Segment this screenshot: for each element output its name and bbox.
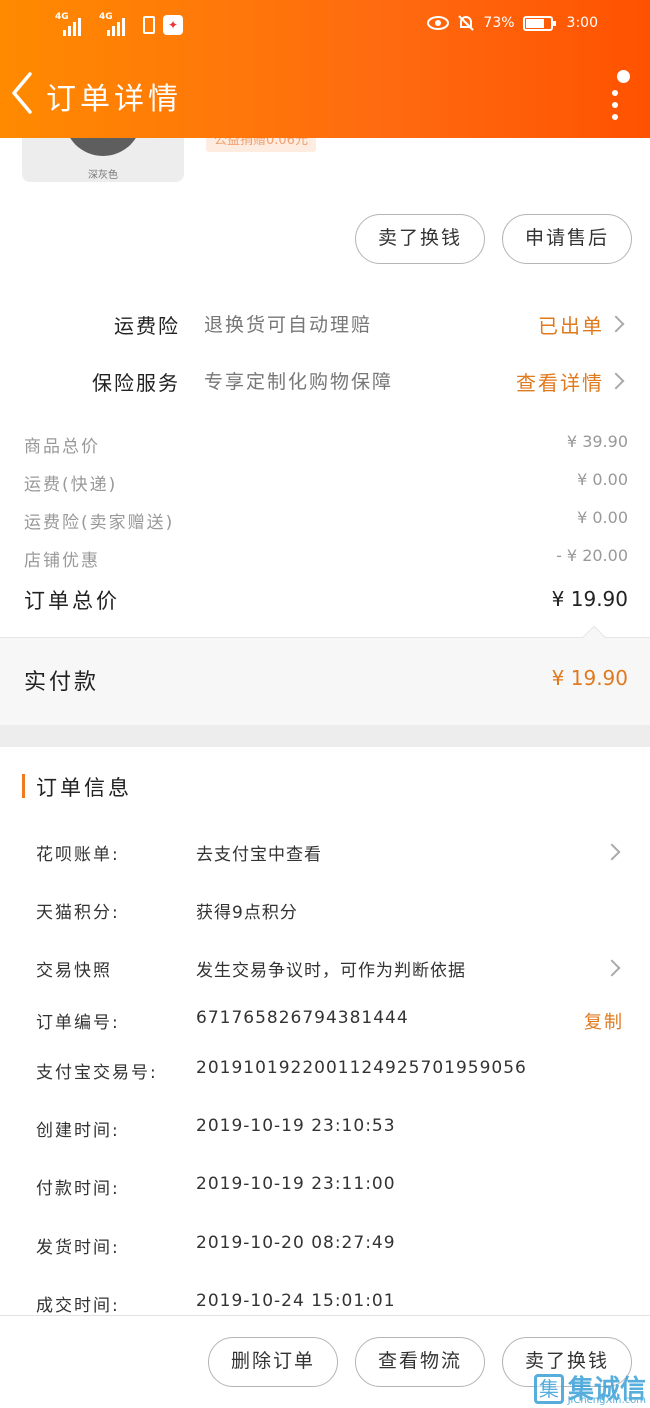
price-label: 商品总价 — [24, 437, 100, 457]
info-label: 天猫积分: — [36, 903, 120, 923]
site-watermark: 集 集诚信 JiChengXin.com — [533, 1374, 646, 1406]
order-number-row: 订单编号: 671765826794381444 复制 — [0, 1002, 650, 1042]
signal-icon: 4G — [99, 12, 125, 36]
info-value: 2019-10-19 23:10:53 — [196, 1116, 396, 1136]
info-label: 支付宝交易号: — [36, 1063, 158, 1083]
mute-bell-icon — [458, 15, 475, 31]
signal-type-label: 4G — [99, 12, 113, 22]
info-value: 2019-10-19 23:11:00 — [196, 1174, 396, 1194]
info-label: 付款时间: — [36, 1179, 120, 1199]
order-total-value: ¥ 19.90 — [551, 587, 628, 611]
more-menu-button[interactable] — [600, 70, 630, 126]
battery-icon — [522, 15, 556, 31]
info-value: 获得9点积分 — [196, 903, 298, 923]
more-dots-icon — [612, 90, 618, 96]
price-value: - ¥ 20.00 — [556, 546, 628, 565]
back-button[interactable] — [6, 68, 42, 118]
order-detail-page: 4G 4G ✦ 73% 3:00 订单详情 深灰色 公益捐赠0.06元 卖了换钱… — [0, 0, 650, 1408]
insurance-desc: 退换货可自动理赔 — [204, 314, 373, 336]
chevron-right-icon — [603, 843, 621, 861]
alipay-trade-number-row: 支付宝交易号: 2019101922001124925701959056 — [0, 1052, 650, 1092]
amount-paid-box: 实付款 ¥ 19.90 — [0, 625, 650, 725]
chevron-right-icon — [603, 959, 621, 977]
price-value: ¥ 0.00 — [577, 470, 628, 489]
info-label: 订单编号: — [36, 1013, 120, 1033]
apply-aftersale-button[interactable]: 申请售后 — [502, 214, 632, 264]
app-notification-icon: ✦ — [163, 15, 183, 35]
price-row-shipping-insurance: 运费险(卖家赠送) ¥ 0.00 — [0, 504, 650, 538]
signal-type-label: 4G — [55, 12, 69, 22]
info-label: 花呗账单: — [36, 845, 120, 865]
clock: 3:00 — [566, 15, 598, 31]
section-divider — [0, 725, 650, 747]
price-label: 运费(快递) — [24, 475, 118, 495]
view-logistics-button[interactable]: 查看物流 — [355, 1337, 485, 1387]
info-value: 2019101922001124925701959056 — [196, 1058, 527, 1078]
chevron-right-icon — [607, 372, 625, 390]
amount-paid-label: 实付款 — [24, 670, 100, 695]
notification-dot-icon — [617, 70, 630, 83]
insurance-row-shipping[interactable]: 运费险 退换货可自动理赔 已出单 — [0, 300, 650, 350]
info-label: 创建时间: — [36, 1121, 120, 1141]
watermark-site: JiChengXin.com — [567, 1395, 646, 1406]
order-total-label: 订单总价 — [24, 589, 120, 613]
info-value: 2019-10-20 08:27:49 — [196, 1233, 396, 1253]
navbar: 订单详情 — [0, 60, 650, 132]
status-right: 73% 3:00 — [427, 14, 598, 32]
info-value: 2019-10-24 15:01:01 — [196, 1291, 396, 1311]
status-bar: 4G 4G ✦ 73% 3:00 — [0, 0, 650, 52]
price-row-discount: 店铺优惠 - ¥ 20.00 — [0, 542, 650, 576]
amount-paid-value: ¥ 19.90 — [551, 666, 628, 690]
info-value: 发生交易争议时，可作为判断依据 — [196, 961, 466, 981]
signal-icon: 4G — [55, 12, 81, 36]
price-label: 店铺优惠 — [24, 551, 100, 571]
sim-icon — [143, 16, 155, 34]
chevron-right-icon — [607, 315, 625, 333]
insurance-desc: 专享定制化购物保障 — [204, 371, 394, 393]
insurance-label: 保险服务 — [92, 371, 180, 395]
price-row-goods: 商品总价 ¥ 39.90 — [0, 428, 650, 462]
delete-order-button[interactable]: 删除订单 — [208, 1337, 338, 1387]
huabei-bill-row[interactable]: 花呗账单: 去支付宝中查看 — [0, 834, 650, 874]
page-title: 订单详情 — [46, 82, 182, 117]
product-color-label: 深灰色 — [88, 170, 118, 181]
watermark-logo-icon: 集 — [533, 1374, 564, 1404]
info-value: 去支付宝中查看 — [196, 845, 322, 865]
shipped-time-row: 发货时间: 2019-10-20 08:27:49 — [0, 1227, 650, 1267]
battery-percent: 73% — [483, 15, 515, 31]
insurance-details-link: 查看详情 — [516, 371, 604, 395]
created-time-row: 创建时间: 2019-10-19 23:10:53 — [0, 1110, 650, 1150]
insurance-row-service[interactable]: 保险服务 专享定制化购物保障 查看详情 — [0, 357, 650, 407]
info-label: 交易快照 — [36, 961, 112, 981]
sell-for-cash-button[interactable]: 卖了换钱 — [355, 214, 485, 264]
trade-snapshot-row[interactable]: 交易快照 发生交易争议时，可作为判断依据 — [0, 950, 650, 990]
price-value: ¥ 39.90 — [566, 432, 628, 451]
order-number-value: 671765826794381444 — [196, 1008, 409, 1028]
status-left: 4G 4G ✦ — [55, 12, 183, 36]
price-label: 运费险(卖家赠送) — [24, 513, 175, 533]
tmall-points-row: 天猫积分: 获得9点积分 — [0, 892, 650, 932]
order-total-row: 订单总价 ¥ 19.90 — [0, 585, 650, 625]
paid-time-row: 付款时间: 2019-10-19 23:11:00 — [0, 1168, 650, 1208]
price-value: ¥ 0.00 — [577, 508, 628, 527]
info-label: 发货时间: — [36, 1238, 120, 1258]
copy-order-number-button[interactable]: 复制 — [584, 1008, 624, 1034]
insurance-label: 运费险 — [114, 314, 180, 338]
back-arrow-icon — [12, 72, 32, 114]
info-label: 成交时间: — [36, 1296, 120, 1316]
insurance-status: 已出单 — [538, 314, 604, 338]
header: 4G 4G ✦ 73% 3:00 订单详情 — [0, 0, 650, 138]
price-row-shipping: 运费(快递) ¥ 0.00 — [0, 466, 650, 500]
eye-icon — [427, 16, 450, 30]
